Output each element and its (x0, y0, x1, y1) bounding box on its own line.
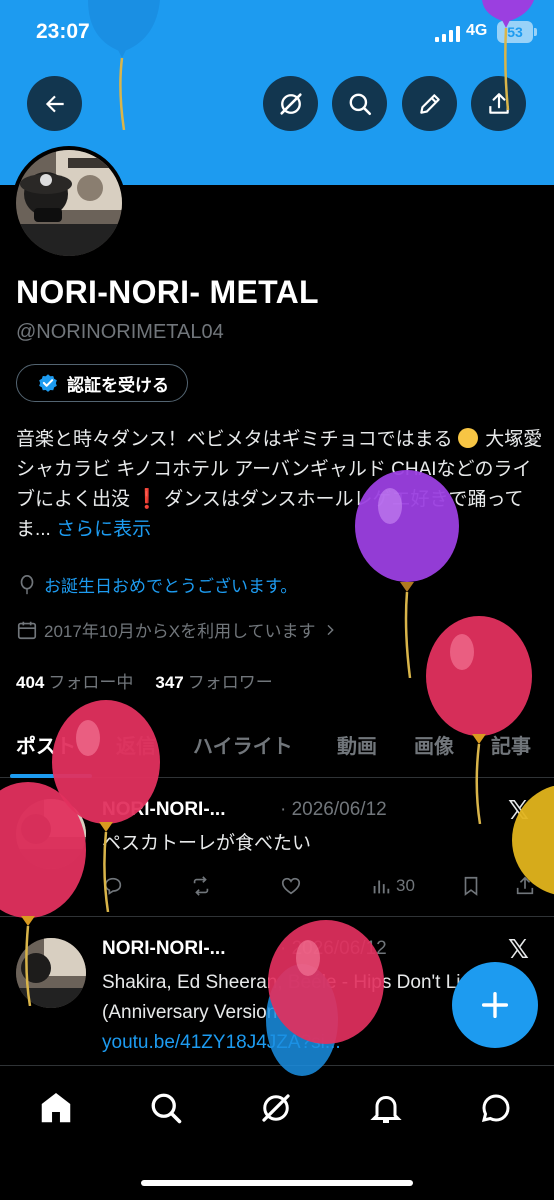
post-link[interactable]: youtu.be/41ZY18J4JZA?si... (102, 1028, 482, 1058)
reply-button[interactable] (102, 875, 124, 897)
status-time: 23:07 (36, 20, 90, 43)
smile-emoji-icon (457, 428, 478, 448)
calendar-icon (17, 621, 37, 639)
post-text: Shakira, Ed Sheeran, Beéle - Hips Don't … (102, 972, 472, 1023)
share-post-button[interactable] (514, 875, 536, 897)
profile-handle: @NORINORIMETAL04 (16, 321, 224, 343)
share-icon (516, 876, 534, 895)
post-item[interactable]: NORI-NORI-... · 2026/06/12 𝕏 ペスカトーレが食べたい… (0, 779, 554, 917)
bookmark-button[interactable] (460, 875, 482, 897)
compose-button[interactable] (452, 962, 538, 1048)
bio-text-1: 音楽と時々ダンス！ベビメタはギミチョコではまる (16, 429, 453, 450)
post-author-avatar[interactable] (16, 938, 86, 1008)
active-tab-indicator (10, 774, 92, 778)
avatar-photo (16, 150, 122, 256)
edit-icon (419, 93, 440, 114)
tab-videos[interactable]: 動画 (337, 730, 377, 759)
nav-grok[interactable] (256, 1088, 296, 1128)
get-verified-button[interactable]: 認証を受ける (16, 364, 188, 402)
post-author-name: NORI-NORI-... (102, 938, 226, 959)
home-icon (41, 1092, 71, 1123)
balloon-icon (20, 574, 34, 594)
verified-badge-icon (39, 374, 57, 392)
repost-button[interactable] (190, 875, 212, 897)
search-icon (151, 1093, 182, 1124)
show-more-link[interactable]: さらに表示 (56, 519, 151, 540)
grok-icon (262, 1094, 290, 1122)
repost-icon (193, 876, 209, 896)
x-logo-icon: 𝕏 (508, 934, 529, 964)
grok-icon (279, 92, 302, 115)
avatar-photo (16, 799, 86, 869)
views-count: 30 (396, 876, 415, 895)
edit-button[interactable] (402, 76, 457, 131)
signal-icon (435, 26, 461, 42)
post-date: · 2026/06/12 (280, 799, 387, 820)
reply-icon (104, 877, 122, 895)
following-link[interactable]: 404 フォロー中 (16, 673, 133, 692)
tab-articles[interactable]: 記事 (491, 730, 531, 759)
tab-highlights[interactable]: ハイライト (193, 730, 293, 759)
followers-count: 347 (155, 673, 184, 692)
nav-notifications[interactable] (366, 1088, 406, 1128)
share-button[interactable] (471, 76, 526, 131)
birthday-row: お誕生日おめでとうございます。 (16, 572, 297, 597)
status-bar: 23:07 4G 53 (0, 0, 554, 66)
grok-button[interactable] (263, 76, 318, 131)
tab-images[interactable]: 画像 (414, 730, 454, 759)
back-button[interactable] (27, 76, 82, 131)
nav-messages[interactable] (476, 1088, 516, 1128)
messages-icon (481, 1094, 510, 1123)
views-button[interactable]: 30 (370, 875, 415, 897)
home-indicator (141, 1180, 413, 1186)
search-icon (349, 93, 371, 115)
post-date: · 2026/06/12 (280, 938, 387, 959)
post-author-name: NORI-NORI-... (102, 799, 226, 820)
following-label: フォロー中 (48, 673, 134, 692)
arrow-left-icon (45, 95, 64, 112)
like-button[interactable] (280, 875, 302, 897)
joined-row[interactable]: 2017年10月からXを利用しています (16, 617, 338, 642)
notifications-icon (370, 1095, 402, 1123)
tab-posts[interactable]: ポスト (16, 730, 76, 759)
follow-stats: 404 フォロー中 347 フォロワー (16, 668, 273, 693)
nav-home[interactable] (36, 1088, 76, 1128)
share-icon (488, 92, 509, 114)
avatar-photo (16, 938, 86, 1008)
network-type: 4G (466, 22, 488, 39)
battery-icon: 53 (497, 21, 533, 43)
profile-name: NORI-NORI- METAL (16, 274, 319, 310)
get-verified-label: 認証を受ける (67, 375, 169, 395)
battery-tip (534, 28, 537, 36)
x-logo-icon: 𝕏 (508, 795, 529, 825)
following-count: 404 (16, 673, 45, 692)
chevron-right-icon (327, 624, 334, 635)
joined-text: 2017年10月からXを利用しています (44, 622, 316, 641)
followers-link[interactable]: 347 フォロワー (155, 673, 272, 692)
followers-label: フォロワー (187, 673, 273, 692)
post-text: ペスカトーレが食べたい (102, 833, 312, 854)
profile-tabs: ポスト 返信 ハイライト 動画 画像 記事 (0, 712, 554, 778)
profile-bio: 音楽と時々ダンス！ベビメタはギミチョコではまる 大塚愛 シャカラビ キノコホテル… (16, 425, 544, 545)
post-actions: 30 (102, 875, 542, 901)
tab-replies[interactable]: 返信 (116, 730, 156, 759)
plus-icon (481, 991, 509, 1019)
nav-search[interactable] (146, 1088, 186, 1128)
heart-icon (281, 877, 301, 895)
birthday-text: お誕生日おめでとうございます。 (44, 577, 298, 596)
exclamation-emoji-icon: ❗ (135, 489, 159, 510)
post-author-avatar[interactable] (16, 799, 86, 869)
bookmark-icon (464, 876, 478, 896)
profile-avatar[interactable] (12, 146, 126, 260)
views-icon (373, 880, 390, 894)
search-button[interactable] (332, 76, 387, 131)
